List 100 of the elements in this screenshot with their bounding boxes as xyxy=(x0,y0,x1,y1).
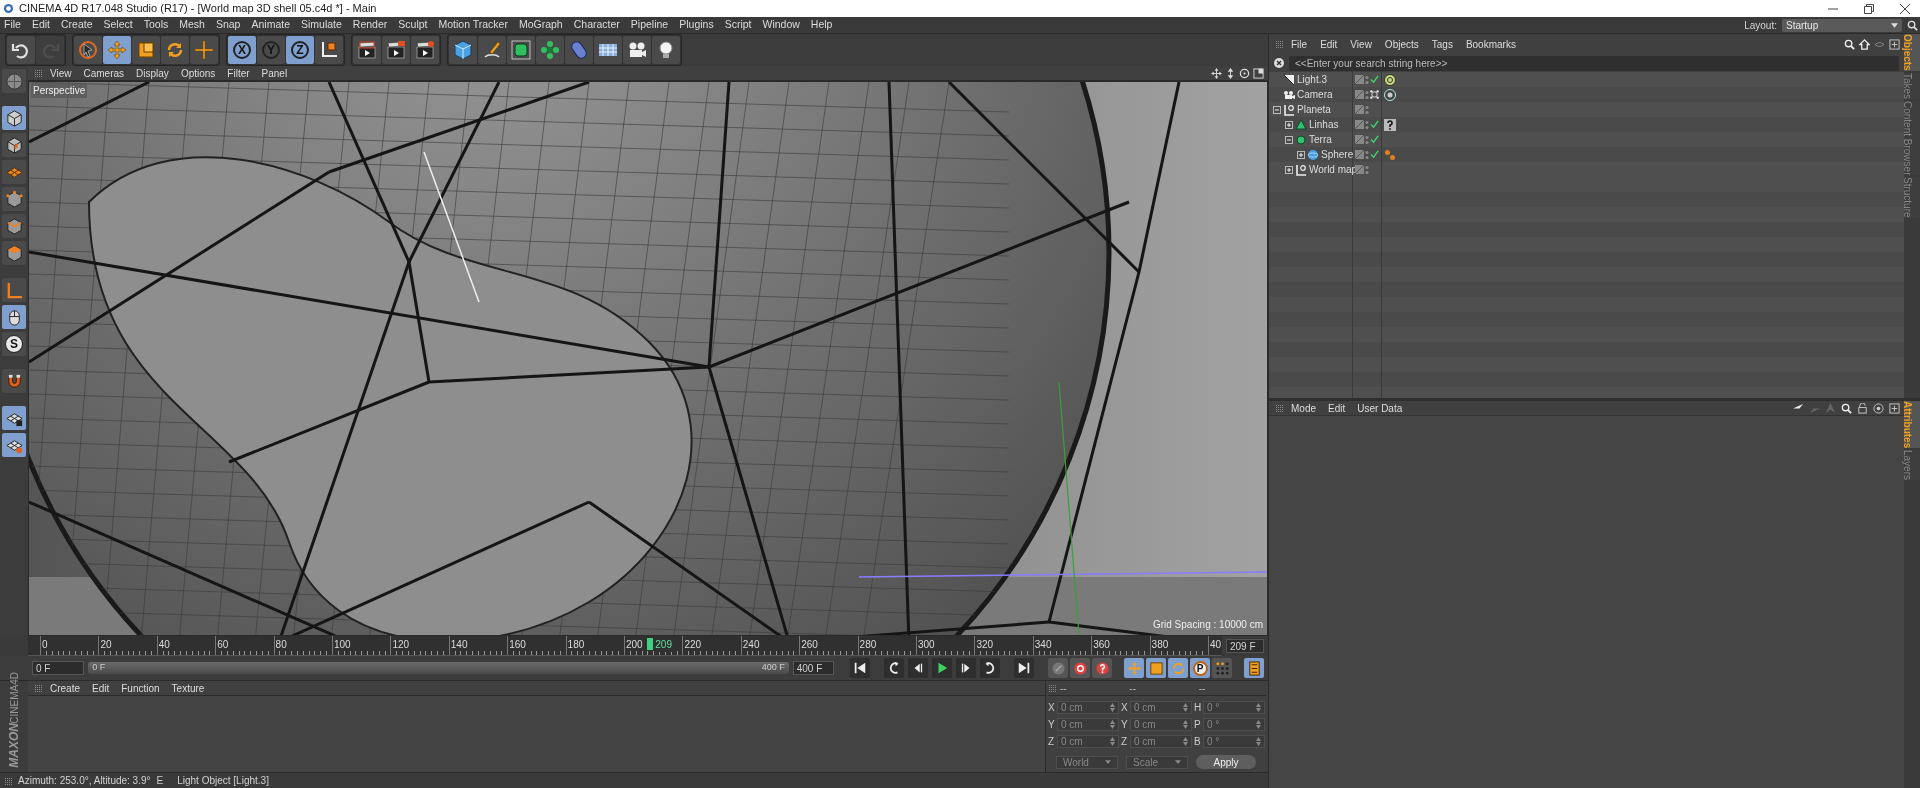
tool-button[interactable] xyxy=(2,133,26,157)
tool-button[interactable] xyxy=(594,36,622,64)
menu-item[interactable]: Window xyxy=(762,17,800,33)
tool-button[interactable] xyxy=(2,369,26,393)
menu-item[interactable]: Select xyxy=(103,17,133,33)
menu-item[interactable]: Plugins xyxy=(679,17,714,33)
object-name[interactable]: Sphere xyxy=(1321,147,1354,162)
end-frame-field[interactable]: 400 F xyxy=(792,661,834,675)
menu-item[interactable]: Script xyxy=(724,17,752,33)
playback-button[interactable] xyxy=(956,658,976,678)
collapse-icon[interactable] xyxy=(1273,105,1281,114)
menu-item[interactable]: Sculpt xyxy=(398,17,428,33)
object-name[interactable]: Planeta xyxy=(1297,102,1331,117)
expand-icon[interactable] xyxy=(1285,120,1293,129)
apply-button[interactable]: Apply xyxy=(1196,755,1256,769)
menu-item[interactable]: View xyxy=(50,65,72,81)
menu-item[interactable]: Mesh xyxy=(179,17,205,33)
skip-to-start-icon xyxy=(853,661,867,675)
menu-item[interactable]: Motion Tracker xyxy=(438,17,508,33)
menu-item[interactable]: Edit xyxy=(1320,36,1338,52)
playback-button[interactable] xyxy=(980,658,1000,678)
tool-button[interactable] xyxy=(2,106,26,130)
menu-item[interactable]: Function xyxy=(121,680,160,696)
playback-button[interactable] xyxy=(1014,658,1034,678)
menu-item[interactable]: Options xyxy=(180,65,216,81)
tool-button[interactable]: S xyxy=(2,332,26,356)
target-tag-icon[interactable] xyxy=(1384,73,1396,86)
menu-item[interactable]: Objects xyxy=(1384,36,1419,52)
playback-button[interactable] xyxy=(932,658,952,678)
menu-item[interactable]: Create xyxy=(50,680,80,696)
side-tab[interactable]: Objects xyxy=(1904,34,1920,71)
focus-tag-icon[interactable] xyxy=(1384,88,1396,101)
tool-button[interactable] xyxy=(2,305,26,329)
key-button[interactable] xyxy=(1244,658,1264,678)
tool-button[interactable]: X xyxy=(228,36,256,64)
object-name[interactable]: Terra xyxy=(1309,132,1332,147)
menu-item[interactable]: Mode xyxy=(1291,400,1316,416)
menu-item[interactable]: Tools xyxy=(143,17,169,33)
light-icon xyxy=(1283,73,1295,86)
object-name[interactable]: Linhas xyxy=(1309,117,1339,132)
menu-item[interactable]: File xyxy=(1291,36,1308,52)
menu-item[interactable]: Edit xyxy=(31,17,50,33)
object-name[interactable]: Camera xyxy=(1297,87,1333,102)
menu-item[interactable]: Panel xyxy=(261,65,288,81)
ruler-label: 220 xyxy=(684,638,702,652)
key-button[interactable]: P xyxy=(1190,658,1210,678)
expand-icon[interactable] xyxy=(1297,150,1305,159)
menu-item[interactable]: Display xyxy=(136,65,169,81)
playback-button[interactable] xyxy=(884,658,904,678)
menu-item[interactable]: Simulate xyxy=(301,17,342,33)
spinner-icon xyxy=(1183,737,1188,746)
tool-button[interactable]: Z xyxy=(286,36,314,64)
menu-item[interactable]: Create xyxy=(61,17,93,33)
tool-button[interactable] xyxy=(652,36,680,64)
tool-button[interactable] xyxy=(411,36,439,64)
expand-icon[interactable] xyxy=(1285,165,1293,174)
key-button[interactable] xyxy=(1070,658,1090,678)
playback-button[interactable] xyxy=(850,658,870,678)
menu-item[interactable]: Tags xyxy=(1431,36,1453,52)
search-field[interactable]: <<Enter your search string here>> xyxy=(1289,55,1899,71)
object-name[interactable]: Light.3 xyxy=(1297,72,1328,87)
tool-button[interactable] xyxy=(353,36,381,64)
question-tag-icon[interactable] xyxy=(1384,118,1396,131)
menu-item[interactable]: Edit xyxy=(1328,400,1346,416)
tool-button[interactable] xyxy=(623,36,651,64)
ruler-label: 200 xyxy=(626,638,643,652)
current-frame-field[interactable]: 209 F xyxy=(1226,639,1264,653)
material-tag-icon[interactable] xyxy=(1384,148,1396,161)
menu-item[interactable]: Texture xyxy=(171,680,205,696)
ruler-label: 40 xyxy=(1210,638,1222,652)
tool-button[interactable] xyxy=(315,36,343,64)
menu-item[interactable]: Animate xyxy=(251,17,290,33)
menu-item[interactable]: User Data xyxy=(1357,400,1403,416)
start-frame-field[interactable]: 0 F xyxy=(32,661,85,675)
playhead-marker[interactable] xyxy=(647,638,654,650)
tool-button[interactable] xyxy=(382,36,410,64)
key-button[interactable] xyxy=(1212,658,1232,678)
menu-item[interactable]: Bookmarks xyxy=(1465,36,1516,52)
tool-button[interactable] xyxy=(7,36,35,64)
tool-button[interactable] xyxy=(2,406,26,430)
menu-item[interactable]: Cameras xyxy=(83,65,125,81)
menu-item[interactable]: Character xyxy=(573,17,620,33)
menu-item[interactable]: File xyxy=(4,17,21,33)
menu-item[interactable]: MoGraph xyxy=(518,17,563,33)
tool-button[interactable] xyxy=(449,36,477,64)
menu-item[interactable]: Edit xyxy=(92,680,110,696)
key-button[interactable] xyxy=(1092,658,1112,678)
menu-item[interactable]: View xyxy=(1350,36,1372,52)
tool-button[interactable] xyxy=(2,433,26,457)
clapperboard-icon xyxy=(357,40,377,60)
menu-item[interactable]: Snap xyxy=(215,17,241,33)
menu-item[interactable]: Pipeline xyxy=(630,17,669,33)
frame-range-slider[interactable]: 0 F 400 F xyxy=(88,662,789,674)
tool-button[interactable] xyxy=(132,36,160,64)
menu-item[interactable]: Filter xyxy=(227,65,250,81)
menu-item[interactable]: Help xyxy=(810,17,833,33)
layout-dropdown[interactable]: Startup xyxy=(1782,18,1902,32)
menu-item[interactable]: Render xyxy=(352,17,388,33)
collapse-icon[interactable] xyxy=(1285,135,1293,144)
playback-button[interactable] xyxy=(908,658,928,678)
